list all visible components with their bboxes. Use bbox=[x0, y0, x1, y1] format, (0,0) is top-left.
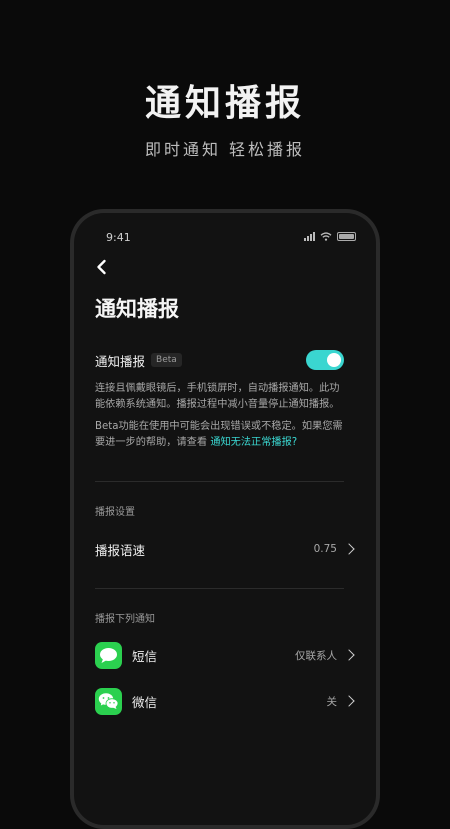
hero-subtitle: 即时通知 轻松播报 bbox=[144, 140, 306, 159]
divider bbox=[95, 481, 344, 482]
phone-frame: 9:41 通知播报 通知播报 Beta 连接且佩戴眼镜后，手机锁屏时，自动播报通… bbox=[70, 209, 380, 829]
beta-description: Beta功能在使用中可能会出现错误或不稳定。如果您需要进一步的帮助，请查看 通知… bbox=[95, 419, 344, 451]
battery-icon bbox=[337, 232, 356, 241]
messages-icon bbox=[95, 641, 122, 669]
help-link[interactable]: 通知无法正常播报? bbox=[210, 437, 297, 448]
notify-toggle-label: 通知播报 bbox=[95, 353, 146, 369]
section-label-broadcast-apps: 播报下列通知 bbox=[95, 614, 155, 625]
notify-description: 连接且佩戴眼镜后，手机锁屏时，自动播报通知。此功能依赖系统通知。播报过程中减小音… bbox=[95, 383, 340, 410]
app-value-wechat: 关 bbox=[326, 695, 338, 708]
app-row-wechat[interactable]: 微信 关 bbox=[95, 687, 356, 715]
page-title: 通知播报 bbox=[95, 297, 179, 321]
app-name-wechat: 微信 bbox=[132, 694, 158, 710]
speed-label: 播报语速 bbox=[95, 542, 146, 558]
divider bbox=[95, 588, 344, 589]
wechat-icon bbox=[95, 687, 122, 715]
hero-title: 通知播报 bbox=[144, 83, 305, 124]
phone-screen: 9:41 通知播报 通知播报 Beta 连接且佩戴眼镜后，手机锁屏时，自动播报通… bbox=[74, 213, 376, 825]
back-arrow-icon[interactable] bbox=[94, 259, 110, 275]
notify-toggle-row: 通知播报 Beta bbox=[95, 348, 344, 372]
notify-toggle-switch[interactable] bbox=[306, 350, 344, 370]
signal-icon bbox=[304, 232, 315, 241]
speed-setting-row[interactable]: 播报语速 0.75 bbox=[95, 536, 356, 562]
beta-badge: Beta bbox=[151, 353, 182, 367]
section-label-broadcast-settings: 播报设置 bbox=[95, 507, 135, 518]
status-time: 9:41 bbox=[106, 231, 131, 244]
speed-value: 0.75 bbox=[313, 543, 337, 555]
app-name-messages: 短信 bbox=[132, 648, 158, 664]
chevron-right-icon bbox=[343, 695, 355, 707]
chevron-right-icon bbox=[343, 649, 355, 661]
status-icons bbox=[304, 232, 356, 241]
chevron-right-icon bbox=[343, 543, 355, 555]
app-row-messages[interactable]: 短信 仅联系人 bbox=[95, 641, 356, 669]
app-value-messages: 仅联系人 bbox=[295, 649, 337, 662]
wifi-icon bbox=[320, 232, 332, 241]
